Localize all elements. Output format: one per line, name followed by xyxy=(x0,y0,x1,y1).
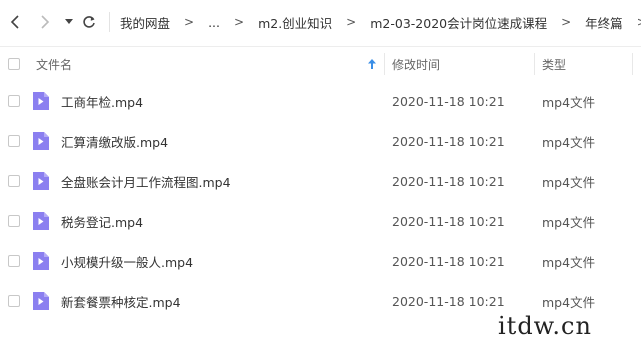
row-checkbox[interactable] xyxy=(8,135,20,147)
file-modified: 2020-11-18 10:21 xyxy=(392,173,505,189)
file-modified: 2020-11-18 10:21 xyxy=(392,213,505,229)
breadcrumb-item-m2[interactable]: m2.创业知识 xyxy=(258,13,332,32)
toolbar: 我的网盘 > ... > m2.创业知识 > m2-03-2020会计岗位速成课… xyxy=(0,0,641,44)
file-type: mp4文件 xyxy=(542,174,596,190)
breadcrumb-separator: > xyxy=(637,15,641,29)
column-header-name[interactable]: 文件名 xyxy=(36,47,72,81)
video-file-icon xyxy=(33,212,49,230)
video-file-icon xyxy=(33,172,49,190)
breadcrumb-item-home[interactable]: 我的网盘 xyxy=(120,13,170,32)
file-modified: 2020-11-18 10:21 xyxy=(392,253,505,269)
chevron-left-icon[interactable] xyxy=(4,11,26,33)
file-name[interactable]: 汇算清缴改版.mp4 xyxy=(61,121,168,161)
file-type: mp4文件 xyxy=(542,94,596,110)
breadcrumb-item-course[interactable]: m2-03-2020会计岗位速成课程 xyxy=(370,13,547,32)
breadcrumb-separator: > xyxy=(234,15,245,29)
table-row[interactable]: 小规模升级一般人.mp4 2020-11-18 10:21 mp4文件 xyxy=(0,241,641,281)
file-type: mp4文件 xyxy=(542,254,596,270)
file-name[interactable]: 全盘账会计月工作流程图.mp4 xyxy=(61,161,231,201)
breadcrumb-separator: > xyxy=(184,15,195,29)
column-divider[interactable] xyxy=(534,53,535,75)
table-header: 文件名 修改时间 类型 xyxy=(0,47,641,81)
table-row[interactable]: 汇算清缴改版.mp4 2020-11-18 10:21 mp4文件 xyxy=(0,121,641,161)
select-all-checkbox[interactable] xyxy=(8,58,20,70)
file-modified: 2020-11-18 10:21 xyxy=(392,293,505,309)
column-divider[interactable] xyxy=(632,53,633,75)
watermark-text: itdw.cn xyxy=(498,312,592,340)
file-type: mp4文件 xyxy=(542,214,596,230)
breadcrumb-separator: > xyxy=(561,15,572,29)
video-file-icon xyxy=(33,92,49,110)
toolbar-divider xyxy=(109,12,110,32)
chevron-right-icon[interactable] xyxy=(34,11,56,33)
table-row[interactable]: 全盘账会计月工作流程图.mp4 2020-11-18 10:21 mp4文件 xyxy=(0,161,641,201)
refresh-icon[interactable] xyxy=(78,11,100,33)
column-divider[interactable] xyxy=(384,53,385,75)
breadcrumb: 我的网盘 > ... > m2.创业知识 > m2-03-2020会计岗位速成课… xyxy=(120,0,641,44)
file-name[interactable]: 小规模升级一般人.mp4 xyxy=(61,241,193,281)
file-type: mp4文件 xyxy=(542,134,596,150)
row-checkbox[interactable] xyxy=(8,215,20,227)
file-modified: 2020-11-18 10:21 xyxy=(392,133,505,149)
breadcrumb-item-ellipsis[interactable]: ... xyxy=(208,15,220,30)
table-row[interactable]: 工商年检.mp4 2020-11-18 10:21 mp4文件 xyxy=(0,81,641,121)
breadcrumb-separator: > xyxy=(346,15,357,29)
video-file-icon xyxy=(33,292,49,310)
column-header-modified[interactable]: 修改时间 xyxy=(392,47,440,81)
video-file-icon xyxy=(33,132,49,150)
row-checkbox[interactable] xyxy=(8,175,20,187)
row-checkbox[interactable] xyxy=(8,295,20,307)
column-header-type[interactable]: 类型 xyxy=(542,47,566,81)
file-name[interactable]: 工商年检.mp4 xyxy=(61,81,143,121)
caret-down-icon[interactable] xyxy=(58,11,80,33)
row-checkbox[interactable] xyxy=(8,255,20,267)
arrow-up-icon[interactable] xyxy=(368,47,376,81)
row-checkbox[interactable] xyxy=(8,95,20,107)
video-file-icon xyxy=(33,252,49,270)
file-name[interactable]: 税务登记.mp4 xyxy=(61,201,143,241)
table-row[interactable]: 税务登记.mp4 2020-11-18 10:21 mp4文件 xyxy=(0,201,641,241)
file-modified: 2020-11-18 10:21 xyxy=(392,93,505,109)
breadcrumb-item-current[interactable]: 年终篇 xyxy=(585,13,623,32)
file-name[interactable]: 新套餐票种核定.mp4 xyxy=(61,281,181,321)
